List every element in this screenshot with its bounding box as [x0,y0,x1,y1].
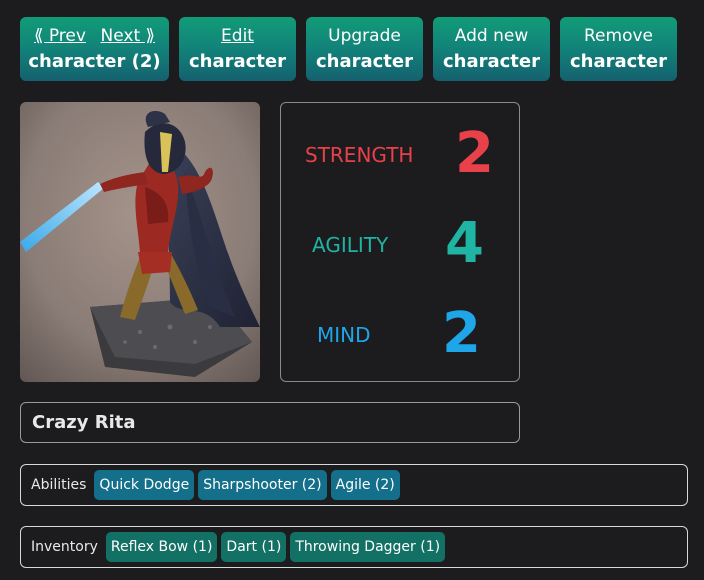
ability-tag[interactable]: Sharpshooter (2) [198,470,327,500]
agility-label: AGILITY [312,233,389,257]
add-button-top[interactable]: Add new [433,25,550,47]
remove-button-bottom[interactable]: character [560,50,677,74]
add-character-button[interactable]: Add new character [433,17,550,81]
ability-tag[interactable]: Agile (2) [330,470,400,500]
character-navigation-button: ⟪ Prev Next ⟫ character (2) [20,17,169,81]
inventory-box: Inventory Reflex Bow (1) Dart (1) Throwi… [20,526,688,568]
upgrade-button-top[interactable]: Upgrade [306,25,423,47]
stat-strength: STRENGTH 2 [281,115,519,195]
toolbar: ⟪ Prev Next ⟫ character (2) Edit charact… [20,17,677,81]
abilities-box: Abilities Quick Dodge Sharpshooter (2) A… [20,464,688,506]
inventory-tag[interactable]: Dart (1) [221,532,287,562]
miniature-image [20,102,260,382]
stat-mind: MIND 2 [281,295,519,375]
upgrade-character-button[interactable]: Upgrade character [306,17,423,81]
remove-character-button[interactable]: Remove character [560,17,677,81]
inventory-tag[interactable]: Throwing Dagger (1) [290,532,446,562]
stat-agility: AGILITY 4 [281,205,519,285]
mind-value: 2 [442,301,481,366]
edit-button-bottom[interactable]: character [179,50,296,74]
ability-tag[interactable]: Quick Dodge [94,470,195,500]
strength-value: 2 [455,121,494,186]
edit-character-button[interactable]: Edit character [179,17,296,81]
next-link[interactable]: Next ⟫ [101,25,155,47]
inventory-tag[interactable]: Reflex Bow (1) [105,532,218,562]
character-portrait [20,102,260,382]
stats-panel: STRENGTH 2 AGILITY 4 MIND 2 [280,102,520,382]
strength-label: STRENGTH [305,143,414,167]
edit-button-top[interactable]: Edit [179,25,296,47]
character-name: Crazy Rita [20,402,520,443]
remove-button-top[interactable]: Remove [560,25,677,47]
upgrade-button-bottom[interactable]: character [306,50,423,74]
abilities-label: Abilities [31,477,87,493]
mind-label: MIND [317,323,371,347]
agility-value: 4 [445,211,484,276]
add-button-bottom[interactable]: character [433,50,550,74]
inventory-label: Inventory [31,539,98,555]
character-count-label: character (2) [28,51,161,72]
prev-link[interactable]: ⟪ Prev [34,25,86,47]
